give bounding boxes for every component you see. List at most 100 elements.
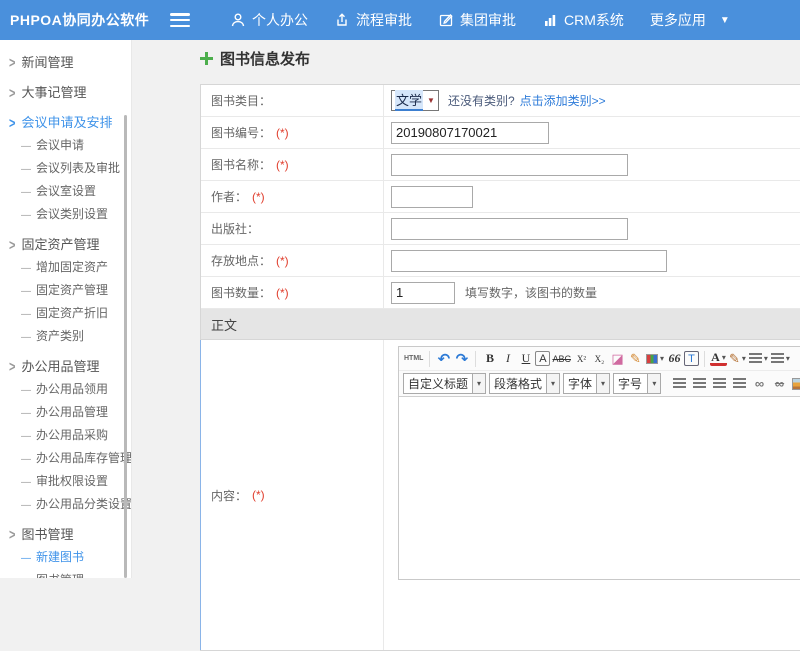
text-color-palette-icon[interactable]: ▾: [645, 349, 665, 368]
align-center-icon[interactable]: [691, 374, 708, 393]
sidebar-scrollbar[interactable]: [124, 115, 127, 578]
unlink-icon[interactable]: ∞: [771, 374, 788, 393]
nav-personal-office[interactable]: 个人办公: [230, 10, 308, 30]
strikethrough-icon[interactable]: ABC: [551, 349, 572, 368]
font-color-icon[interactable]: A▾: [710, 351, 727, 366]
category-label: 图书类目：: [211, 92, 271, 109]
ordered-list-icon[interactable]: ▾: [748, 349, 769, 368]
superscript-icon[interactable]: X²: [573, 349, 590, 368]
form-row-category: 图书类目： 文学 ▼ 还没有类别? 点击添加类别>>: [201, 85, 800, 117]
chevron-down-icon: ▾: [596, 374, 609, 393]
sidebar-item[interactable]: —图书管理: [0, 569, 131, 578]
nav-workflow-approval[interactable]: 流程审批: [334, 10, 412, 30]
sidebar-item[interactable]: —办公用品管理: [0, 401, 131, 424]
app-logo: PHPOA协同办公软件: [0, 10, 150, 30]
sidebar-item[interactable]: —办公用品采购: [0, 424, 131, 447]
font-family-select[interactable]: 字体▾: [563, 373, 610, 394]
flow-approval-icon: [334, 12, 350, 28]
author-input[interactable]: [391, 186, 473, 208]
form-row-book-name: 图书名称： (*): [201, 149, 800, 181]
redo-icon[interactable]: ↷: [453, 349, 470, 368]
chevron-right-icon: >: [9, 354, 15, 384]
format-brush-icon[interactable]: ✎: [627, 349, 644, 368]
book-name-input[interactable]: [391, 154, 628, 176]
sidebar-group[interactable]: >大事记管理: [0, 81, 131, 104]
italic-icon[interactable]: I: [499, 349, 516, 368]
category-select[interactable]: 文学 ▼: [391, 90, 439, 111]
required-marker: (*): [276, 126, 289, 140]
nav-crm-system[interactable]: CRM系统: [542, 10, 624, 30]
blockquote-icon[interactable]: 66: [666, 349, 683, 368]
chevron-down-icon: ▾: [546, 374, 559, 393]
chevron-down-icon: ▾: [764, 354, 768, 363]
menu-toggle-icon[interactable]: [170, 13, 190, 27]
chevron-right-icon: >: [9, 50, 15, 80]
sidebar-item[interactable]: —办公用品分类设置: [0, 493, 131, 516]
sidebar-item[interactable]: —固定资产折旧: [0, 302, 131, 325]
dash-icon: —: [21, 547, 31, 570]
author-label: 作者：: [211, 188, 247, 205]
sidebar-item[interactable]: —会议类别设置: [0, 203, 131, 226]
subscript-icon[interactable]: X₂: [591, 349, 608, 368]
chevron-down-icon: ▾: [647, 374, 660, 393]
sidebar-group[interactable]: >新闻管理: [0, 51, 131, 74]
dash-icon: —: [21, 379, 31, 402]
quantity-hint: 填写数字，该图书的数量: [465, 284, 597, 301]
align-right-icon[interactable]: [711, 374, 728, 393]
add-category-link[interactable]: 点击添加类别>>: [520, 92, 606, 109]
chevron-down-icon: ▾: [722, 352, 726, 362]
form-row-author: 作者： (*): [201, 181, 800, 213]
dash-icon: —: [21, 494, 31, 517]
dash-icon: —: [21, 402, 31, 425]
highlight-pen-icon[interactable]: ✎▾: [728, 349, 747, 368]
image-icon[interactable]: [791, 374, 800, 393]
publisher-input[interactable]: [391, 218, 628, 240]
underline-icon[interactable]: U: [517, 349, 534, 368]
nav-more-apps[interactable]: 更多应用: [650, 10, 706, 30]
sidebar-item[interactable]: —增加固定资产: [0, 256, 131, 279]
unordered-list-icon[interactable]: ▾: [770, 349, 791, 368]
sidebar-group[interactable]: >会议申请及安排: [0, 111, 131, 134]
bold-icon[interactable]: B: [481, 349, 498, 368]
sidebar-group[interactable]: >固定资产管理: [0, 233, 131, 256]
sidebar-item[interactable]: —会议列表及审批: [0, 157, 131, 180]
sidebar-item[interactable]: —固定资产管理: [0, 279, 131, 302]
dash-icon: —: [21, 471, 31, 494]
paragraph-format-select[interactable]: 段落格式▾: [489, 373, 560, 394]
autotypeset-icon[interactable]: A: [535, 351, 550, 366]
editor-toolbar-row2: 自定义标题▾段落格式▾字体▾字号▾ ∞∞: [399, 371, 800, 397]
book-no-input[interactable]: [391, 122, 549, 144]
eraser-icon[interactable]: ◪: [609, 349, 626, 368]
sidebar-item[interactable]: —资产类别: [0, 325, 131, 348]
paste-from-word-icon[interactable]: T: [684, 351, 699, 366]
justify-icon[interactable]: [731, 374, 748, 393]
align-left-icon[interactable]: [671, 374, 688, 393]
sidebar-item[interactable]: —新建图书: [0, 546, 131, 569]
undo-icon[interactable]: ↶: [435, 349, 452, 368]
link-icon[interactable]: ∞: [751, 374, 768, 393]
top-bar: PHPOA协同办公软件 个人办公 流程审批 集团审批 CRM系统: [0, 0, 800, 40]
editor-content-area[interactable]: [399, 397, 800, 579]
toolbar-separator: [704, 351, 705, 367]
chevron-down-icon: ▾: [660, 354, 664, 363]
required-marker: (*): [276, 286, 289, 300]
sidebar-item[interactable]: —会议室设置: [0, 180, 131, 203]
sidebar-item[interactable]: —办公用品库存管理: [0, 447, 131, 470]
font-size-select[interactable]: 字号▾: [613, 373, 661, 394]
location-input[interactable]: [391, 250, 667, 272]
user-icon: [230, 12, 246, 28]
quantity-input[interactable]: [391, 282, 455, 304]
form-row-book-no: 图书编号： (*): [201, 117, 800, 149]
sidebar-item[interactable]: —会议申请: [0, 134, 131, 157]
nav-group-approval[interactable]: 集团审批: [438, 10, 516, 30]
caret-down-icon[interactable]: ▼: [720, 15, 730, 26]
sidebar-group[interactable]: >办公用品管理: [0, 355, 131, 378]
sidebar-item[interactable]: —办公用品领用: [0, 378, 131, 401]
dash-icon: —: [21, 448, 31, 471]
toolbar-separator: [475, 351, 476, 367]
custom-title-select[interactable]: 自定义标题▾: [403, 373, 486, 394]
source-code-button[interactable]: HTML: [403, 349, 424, 368]
chevron-down-icon: ▾: [786, 354, 790, 363]
sidebar-item[interactable]: —审批权限设置: [0, 470, 131, 493]
sidebar-group[interactable]: >图书管理: [0, 523, 131, 546]
